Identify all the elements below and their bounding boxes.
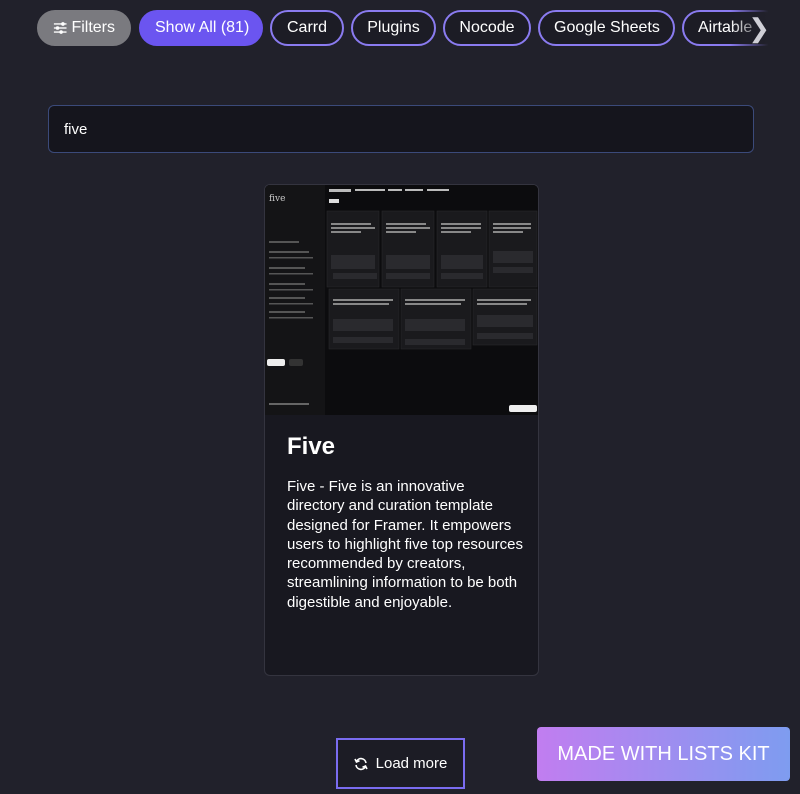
- refresh-icon: [353, 757, 368, 770]
- thumbnail-logo: five: [269, 194, 285, 204]
- filters-button[interactable]: Filters: [37, 10, 131, 46]
- chip-nocode[interactable]: Nocode: [443, 10, 531, 46]
- card-description: Five - Five is an innovative directory a…: [287, 478, 523, 611]
- card-title: Five: [287, 433, 336, 460]
- load-more-button[interactable]: Load more: [336, 738, 465, 789]
- card-thumbnail: five: [265, 185, 538, 415]
- chevron-right-icon[interactable]: ❯: [748, 10, 770, 46]
- filter-bar: Filters Show All (81) Carrd Plugins Noco…: [37, 10, 800, 46]
- load-more-label: Load more: [375, 755, 448, 772]
- chip-google-sheets[interactable]: Google Sheets: [538, 10, 675, 46]
- sliders-icon: [53, 22, 67, 34]
- search-input[interactable]: [48, 105, 754, 153]
- result-card[interactable]: five Five Five - Five is an innovative d…: [264, 184, 539, 676]
- chip-carrd[interactable]: Carrd: [270, 10, 344, 46]
- made-with-lists-kit-badge[interactable]: MADE WITH LISTS KIT: [537, 727, 790, 781]
- filters-label: Filters: [71, 19, 115, 36]
- chip-show-all[interactable]: Show All (81): [139, 10, 263, 46]
- chip-plugins[interactable]: Plugins: [351, 10, 436, 46]
